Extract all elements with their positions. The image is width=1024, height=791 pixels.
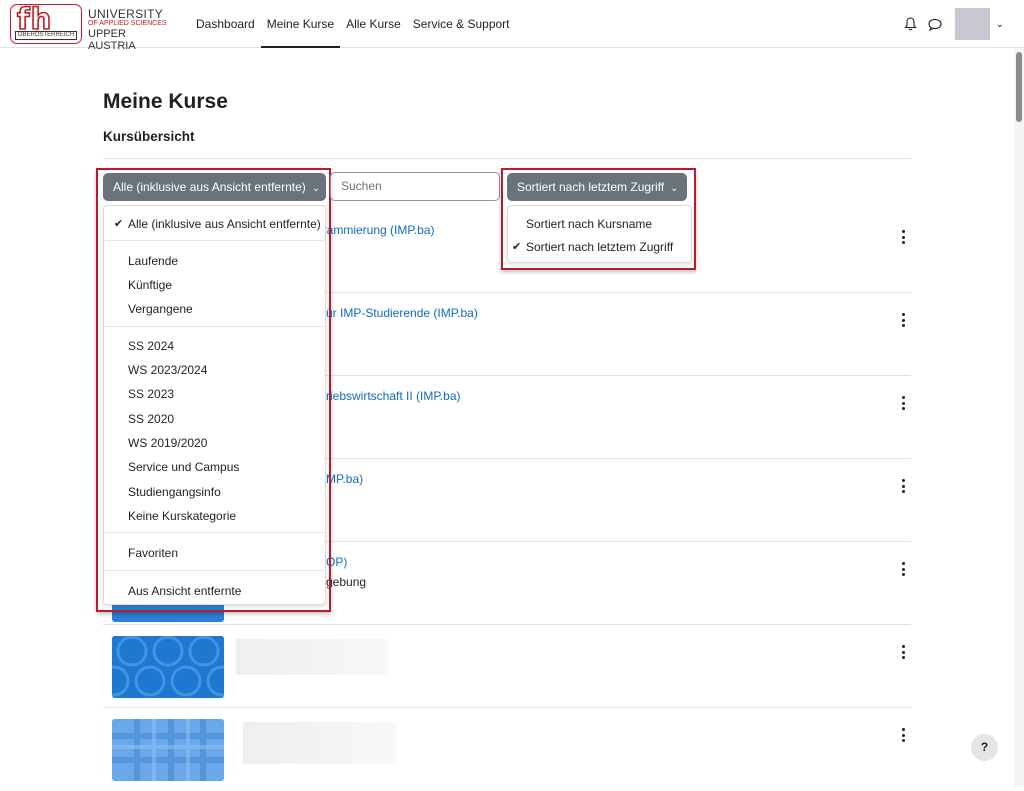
page-title: Meine Kurse [103,90,228,113]
course-category: gebung [326,575,367,589]
nav-alle-kurse[interactable]: Alle Kurse [340,0,407,48]
divider [103,158,911,159]
logo-line-2: OF APPLIED SCIENCES [88,20,167,27]
primary-navigation: Dashboard Meine Kurse Alle Kurse Service… [190,0,516,48]
chevron-down-icon[interactable]: ⌄ [996,19,1004,30]
bell-icon[interactable] [903,16,919,32]
more-vertical-icon[interactable] [899,645,907,659]
top-navbar: fh OBERÖSTERREICH UNIVERSITY OF APPLIED … [0,0,1024,52]
nav-dashboard[interactable]: Dashboard [190,0,261,48]
more-vertical-icon[interactable] [899,479,907,493]
course-link[interactable]: MP.ba) [326,472,363,486]
search-input[interactable]: Suchen [330,172,500,201]
fh-logo-mark: fh OBERÖSTERREICH [10,1,82,44]
more-vertical-icon[interactable] [899,728,907,742]
course-row [103,708,911,791]
sort-highlight-frame [501,168,696,270]
page-scrollbar[interactable] [1014,48,1024,787]
logo-line-1: UNIVERSITY [88,7,164,21]
section-title: Kursübersicht [103,129,195,144]
chat-bubble-icon[interactable] [927,16,943,32]
more-vertical-icon[interactable] [899,313,907,327]
course-link[interactable]: riebswirtschaft II (IMP.ba) [326,389,460,403]
more-vertical-icon[interactable] [899,562,907,576]
course-name-placeholder [243,722,396,764]
help-button[interactable]: ? [971,734,998,761]
more-vertical-icon[interactable] [899,396,907,410]
logo-line-3: UPPER AUSTRIA [88,28,136,52]
course-image[interactable] [112,719,224,781]
course-name-placeholder [236,639,388,675]
course-link[interactable]: ür IMP-Studierende (IMP.ba) [326,306,478,320]
more-vertical-icon[interactable] [899,230,907,244]
user-menu-area: ⌄ [903,8,1004,40]
logo-text: UNIVERSITY OF APPLIED SCIENCES UPPER AUS… [88,8,168,52]
avatar[interactable] [954,8,990,40]
filter-highlight-frame [96,168,331,612]
nav-meine-kurse[interactable]: Meine Kurse [260,0,341,48]
course-image[interactable] [112,636,224,698]
university-logo[interactable]: fh OBERÖSTERREICH UNIVERSITY OF APPLIED … [10,1,168,52]
logo-region-label: OBERÖSTERREICH [15,31,77,40]
scrollbar-thumb[interactable] [1016,52,1022,122]
course-row [103,625,911,708]
nav-service-support[interactable]: Service & Support [407,0,516,48]
course-link[interactable]: grammierung (IMP.ba) [316,223,435,237]
